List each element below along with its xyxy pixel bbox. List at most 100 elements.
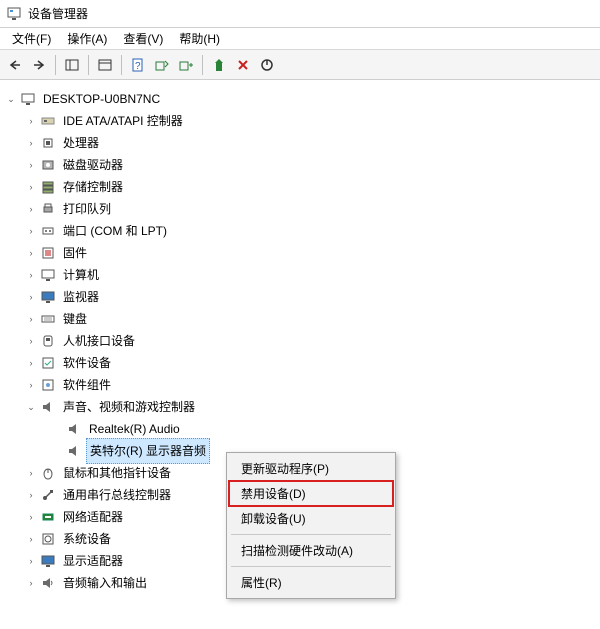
title-bar: 设备管理器 (0, 0, 600, 28)
tree-category[interactable]: › 监视器 (4, 286, 596, 308)
expander-icon[interactable]: › (24, 510, 38, 524)
category-label: 音频输入和输出 (60, 571, 150, 595)
category-label: 软件设备 (60, 351, 114, 375)
menu-view[interactable]: 查看(V) (115, 28, 171, 49)
category-label: 监视器 (60, 285, 102, 309)
root-label: DESKTOP-U0BN7NC (40, 87, 163, 111)
tree-category[interactable]: › 存储控制器 (4, 176, 596, 198)
expander-icon[interactable]: › (24, 312, 38, 326)
expander-icon[interactable]: › (24, 488, 38, 502)
tree-category[interactable]: › 固件 (4, 242, 596, 264)
mouse-icon (40, 465, 56, 481)
category-label: 端口 (COM 和 LPT) (60, 219, 170, 243)
expander-icon[interactable]: ⌄ (24, 400, 38, 414)
menu-uninstall-device[interactable]: 卸载设备(U) (229, 506, 393, 531)
cpu-icon (40, 135, 56, 151)
tree-category[interactable]: › IDE ATA/ATAPI 控制器 (4, 110, 596, 132)
menu-help[interactable]: 帮助(H) (171, 28, 228, 49)
expander-icon[interactable]: › (24, 532, 38, 546)
category-label: 固件 (60, 241, 90, 265)
category-label: 键盘 (60, 307, 90, 331)
tree-device-realtek[interactable]: › Realtek(R) Audio (4, 418, 596, 440)
speaker-icon (40, 399, 56, 415)
category-label: 通用串行总线控制器 (60, 483, 174, 507)
menu-disable-device[interactable]: 禁用设备(D) (229, 481, 393, 506)
svg-text:?: ? (135, 61, 141, 72)
tree-category[interactable]: › 软件组件 (4, 374, 596, 396)
tree-category[interactable]: ›计算机 (4, 264, 596, 286)
menu-update-driver[interactable]: 更新驱动程序(P) (229, 456, 393, 481)
expander-icon[interactable]: › (24, 554, 38, 568)
category-label: 软件组件 (60, 373, 114, 397)
tree-category[interactable]: ›磁盘驱动器 (4, 154, 596, 176)
scan-button[interactable] (151, 54, 173, 76)
expander-icon[interactable]: › (24, 290, 38, 304)
category-label: 鼠标和其他指针设备 (60, 461, 174, 485)
expander-icon[interactable]: › (24, 466, 38, 480)
category-label: 网络适配器 (60, 505, 126, 529)
expander-icon[interactable]: › (24, 356, 38, 370)
menu-action[interactable]: 操作(A) (59, 28, 115, 49)
expander-icon[interactable]: › (24, 378, 38, 392)
software-icon (40, 355, 56, 371)
expander-icon[interactable]: › (24, 334, 38, 348)
monitor-icon (40, 289, 56, 305)
tree-category[interactable]: ›处理器 (4, 132, 596, 154)
audio-icon (40, 575, 56, 591)
expander-icon[interactable]: › (24, 114, 38, 128)
disk-icon (40, 157, 56, 173)
expander-icon[interactable]: ⌄ (4, 92, 18, 106)
hid-icon (40, 333, 56, 349)
tree-category[interactable]: › 端口 (COM 和 LPT) (4, 220, 596, 242)
expander-icon[interactable]: › (24, 246, 38, 260)
expander-icon[interactable]: › (24, 136, 38, 150)
menu-separator (231, 566, 391, 567)
update-driver-button[interactable] (208, 54, 230, 76)
computer-icon (20, 91, 36, 107)
menu-scan-hardware[interactable]: 扫描检测硬件改动(A) (229, 538, 393, 563)
expander-icon[interactable]: › (24, 576, 38, 590)
component-icon (40, 377, 56, 393)
expander-icon[interactable]: › (24, 268, 38, 282)
category-label: 人机接口设备 (60, 329, 138, 353)
category-label: IDE ATA/ATAPI 控制器 (60, 109, 186, 133)
speaker-icon (66, 443, 82, 459)
app-icon (6, 6, 22, 22)
back-button[interactable] (4, 54, 26, 76)
port-icon (40, 223, 56, 239)
help-button[interactable]: ? (127, 54, 149, 76)
menu-properties[interactable]: 属性(R) (229, 570, 393, 595)
network-icon (40, 509, 56, 525)
keyboard-icon (40, 311, 56, 327)
tree-root[interactable]: ⌄ DESKTOP-U0BN7NC (4, 88, 596, 110)
tree-category-sound[interactable]: ⌄ 声音、视频和游戏控制器 (4, 396, 596, 418)
window-title: 设备管理器 (28, 5, 88, 22)
menu-bar: 文件(F) 操作(A) 查看(V) 帮助(H) (0, 28, 600, 50)
menu-separator (231, 534, 391, 535)
ide-icon (40, 113, 56, 129)
tree-category[interactable]: › 人机接口设备 (4, 330, 596, 352)
expander-icon[interactable]: › (24, 158, 38, 172)
usb-icon (40, 487, 56, 503)
add-legacy-button[interactable] (175, 54, 197, 76)
toolbar: ? (0, 50, 600, 80)
expander-icon[interactable]: › (24, 224, 38, 238)
menu-file[interactable]: 文件(F) (4, 28, 59, 49)
tree-category[interactable]: › 打印队列 (4, 198, 596, 220)
category-label: 显示适配器 (60, 549, 126, 573)
speaker-icon (66, 421, 82, 437)
forward-button[interactable] (28, 54, 50, 76)
expander-icon[interactable]: › (24, 180, 38, 194)
tree-category[interactable]: › 键盘 (4, 308, 596, 330)
disable-button[interactable] (256, 54, 278, 76)
category-label: 声音、视频和游戏控制器 (60, 395, 198, 419)
category-label: 打印队列 (60, 197, 114, 221)
expander-icon[interactable]: › (24, 202, 38, 216)
context-menu: 更新驱动程序(P) 禁用设备(D) 卸载设备(U) 扫描检测硬件改动(A) 属性… (226, 452, 396, 599)
computer-icon (40, 267, 56, 283)
show-hide-tree-button[interactable] (61, 54, 83, 76)
tree-category[interactable]: › 软件设备 (4, 352, 596, 374)
category-label: 存储控制器 (60, 175, 126, 199)
uninstall-button[interactable] (232, 54, 254, 76)
properties-button[interactable] (94, 54, 116, 76)
